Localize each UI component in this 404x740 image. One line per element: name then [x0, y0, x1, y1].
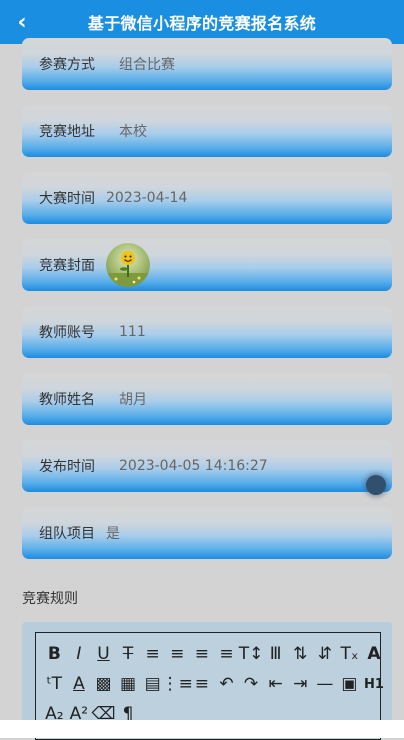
- field-value: 组合比赛: [119, 57, 175, 73]
- field-value: 是: [106, 526, 120, 542]
- date-icon[interactable]: ▦: [116, 671, 141, 697]
- ordered-list-icon[interactable]: ⋮≡: [162, 671, 193, 697]
- field-label: 竞赛地址: [39, 124, 95, 140]
- image-icon[interactable]: ▣: [337, 671, 362, 697]
- heading-icon[interactable]: H1: [362, 671, 387, 697]
- editor-toolbar-row: ᵗT A ▩ ▦ ▤ ⋮≡ ≡ ↶ ↷ ⇤ ⇥ — ▣ H1: [42, 671, 386, 697]
- bullet-list-icon[interactable]: ≡: [190, 671, 215, 697]
- field-row-team-project: 组队项目 是: [22, 507, 392, 559]
- font-size-icon[interactable]: T↕: [239, 641, 264, 667]
- field-row-cover: 竞赛封面: [22, 239, 392, 291]
- strikethrough-icon[interactable]: T: [116, 641, 141, 667]
- field-row-publish-time: 发布时间 2023-04-05 14:16:27: [22, 440, 392, 492]
- align-left-icon[interactable]: ≡: [140, 641, 165, 667]
- field-value: 胡月: [119, 392, 147, 408]
- line-height-down-icon[interactable]: ⇵: [313, 641, 338, 667]
- field-label: 教师姓名: [39, 392, 95, 408]
- outdent-icon[interactable]: ⇤: [263, 671, 288, 697]
- redo-icon[interactable]: ↷: [239, 671, 264, 697]
- field-label: 发布时间: [39, 459, 95, 475]
- cover-image[interactable]: [106, 243, 150, 287]
- underline-icon[interactable]: U: [91, 641, 116, 667]
- field-label: 教师账号: [39, 325, 95, 341]
- background-color-icon[interactable]: ▩: [91, 671, 116, 697]
- field-row-address: 竞赛地址 本校: [22, 105, 392, 157]
- align-right-icon[interactable]: ≡: [190, 641, 215, 667]
- field-row-teacher-name: 教师姓名 胡月: [22, 373, 392, 425]
- bottom-bar: [0, 720, 404, 738]
- field-label: 大赛时间: [39, 191, 95, 207]
- field-row-participation-mode: 参赛方式 组合比赛: [22, 38, 392, 90]
- bold-icon[interactable]: B: [42, 641, 67, 667]
- italic-icon[interactable]: I: [67, 641, 92, 667]
- indent-icon[interactable]: ⇥: [288, 671, 313, 697]
- field-label: 组队项目: [39, 526, 95, 542]
- chevron-left-icon[interactable]: ‹: [10, 8, 34, 36]
- field-value: 本校: [119, 124, 147, 140]
- rules-label: 竞赛规则: [22, 591, 78, 607]
- field-row-competition-time: 大赛时间 2023-04-14: [22, 172, 392, 224]
- field-label: 竞赛封面: [39, 258, 95, 274]
- align-center-icon[interactable]: ≡: [165, 641, 190, 667]
- horizontal-rule-icon[interactable]: —: [313, 671, 338, 697]
- field-value: 2023-04-14: [106, 190, 188, 206]
- font-icon[interactable]: A: [362, 641, 387, 667]
- page-title: 基于微信小程序的竞赛报名系统: [87, 14, 317, 33]
- field-value: 111: [119, 324, 146, 340]
- format-clear-cursor-icon[interactable]: Ⅲ: [263, 641, 288, 667]
- field-label: 参赛方式: [39, 57, 95, 73]
- field-value: 2023-04-05 14:16:27: [119, 458, 268, 474]
- field-row-teacher-account: 教师账号 111: [22, 306, 392, 358]
- align-justify-icon[interactable]: ≡: [214, 641, 239, 667]
- line-height-up-icon[interactable]: ⇅: [288, 641, 313, 667]
- text-size-icon[interactable]: ᵗT: [42, 671, 67, 697]
- undo-icon[interactable]: ↶: [214, 671, 239, 697]
- font-color-icon[interactable]: A: [67, 671, 92, 697]
- floating-action-button[interactable]: [366, 475, 386, 495]
- remove-format-icon[interactable]: Tₓ: [337, 641, 362, 667]
- editor-toolbar-row: B I U T ≡ ≡ ≡ ≡ T↕ Ⅲ ⇅ ⇵ Tₓ A: [42, 641, 386, 667]
